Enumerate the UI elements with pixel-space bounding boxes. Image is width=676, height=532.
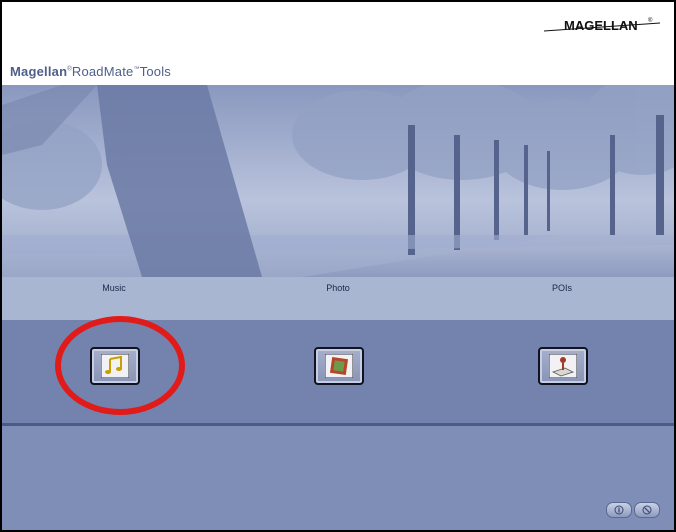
- photo-frame-icon: [325, 354, 353, 378]
- close-icon: [642, 505, 652, 515]
- logo-mark: ®: [648, 17, 653, 24]
- logo-text: MAGELLAN: [564, 18, 638, 33]
- app-name: RoadMate: [71, 64, 134, 79]
- map-pin-icon: [549, 354, 577, 378]
- photo-button[interactable]: [314, 347, 364, 385]
- close-button[interactable]: [634, 502, 660, 518]
- app-title: Magellan®RoadMate™Tools: [10, 64, 171, 79]
- pois-button[interactable]: [538, 347, 588, 385]
- footer-panel: [2, 426, 674, 530]
- category-label-strip: Music Photo POIs: [2, 277, 674, 320]
- music-label: Music: [102, 283, 126, 293]
- photo-label: Photo: [326, 283, 350, 293]
- app-window: Magellan®RoadMate™Tools MAGELLAN ® Music…: [0, 0, 676, 532]
- app-suffix: Tools: [139, 64, 172, 79]
- highlight-circle: [55, 316, 185, 415]
- pois-label: POIs: [551, 283, 573, 293]
- banner-image: [2, 85, 674, 277]
- help-button[interactable]: [606, 502, 632, 518]
- header: Magellan®RoadMate™Tools MAGELLAN ®: [2, 2, 674, 85]
- app-brand: Magellan: [10, 64, 68, 79]
- magellan-logo: MAGELLAN ®: [543, 17, 661, 33]
- help-icon: [614, 505, 624, 515]
